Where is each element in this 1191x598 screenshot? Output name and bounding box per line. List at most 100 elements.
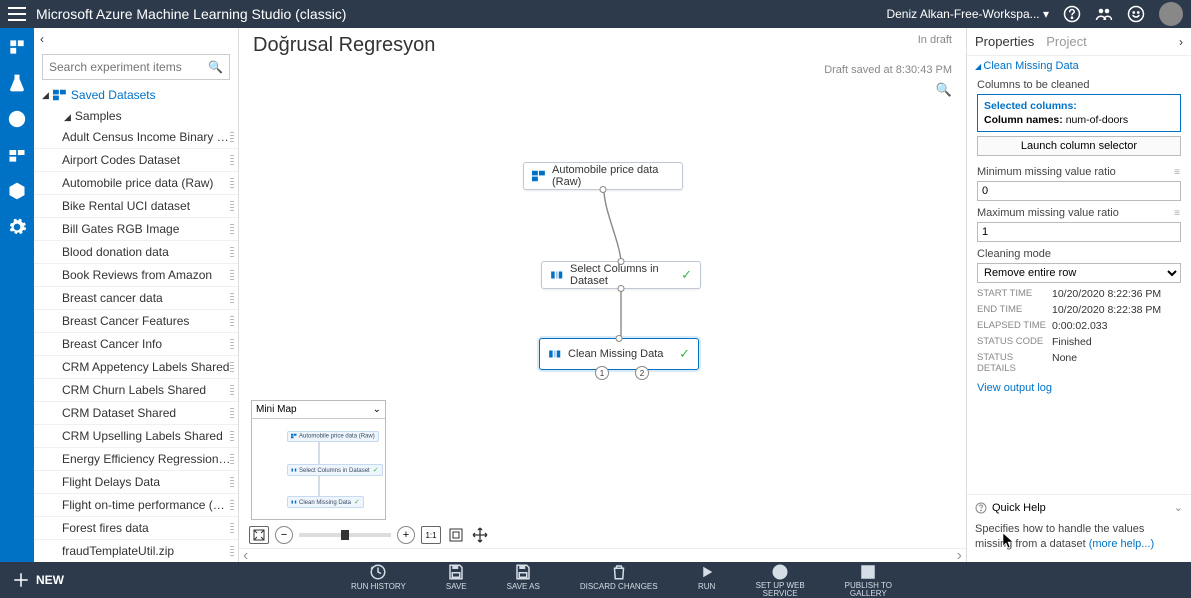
- footer-action[interactable]: RUN: [698, 563, 716, 598]
- rail-cube-icon[interactable]: [6, 180, 28, 202]
- output-port-2[interactable]: 2: [635, 366, 649, 380]
- tree-leaf[interactable]: Flight Delays Data: [34, 471, 238, 494]
- canvas[interactable]: Automobile price data (Raw) Select Colum…: [239, 100, 966, 548]
- tree-leaf[interactable]: Book Reviews from Amazon: [34, 264, 238, 287]
- node-clean-missing[interactable]: Clean Missing Data ✓ 1 2: [539, 338, 699, 370]
- collapse-palette-icon[interactable]: ‹: [40, 32, 44, 46]
- output-port-1[interactable]: 1: [595, 366, 609, 380]
- module-icon: [550, 268, 564, 282]
- zoom-toolbar: − + 1:1: [249, 526, 489, 544]
- experiment-state: In draft: [824, 34, 952, 46]
- footer-action[interactable]: SAVE AS: [507, 563, 540, 598]
- max-ratio-input[interactable]: [977, 222, 1181, 242]
- tree-leaf[interactable]: Bike Rental UCI dataset: [34, 195, 238, 218]
- tree-root-saved-datasets[interactable]: ◢ Saved Datasets: [34, 84, 238, 106]
- help-icon[interactable]: [1063, 5, 1081, 23]
- menu-icon[interactable]: [8, 7, 26, 21]
- tab-project[interactable]: Project: [1046, 34, 1086, 49]
- tree-root-label: Saved Datasets: [71, 88, 156, 102]
- top-header: Microsoft Azure Machine Learning Studio …: [0, 0, 1191, 28]
- minimap-node: Select Columns in Dataset✓: [287, 464, 383, 476]
- node-automobile-price[interactable]: Automobile price data (Raw): [523, 162, 683, 190]
- chevron-down-icon: ⌄: [1174, 501, 1183, 514]
- module-icon: [548, 347, 562, 361]
- zoom-slider[interactable]: [299, 533, 391, 537]
- quick-help-header[interactable]: Quick Help ⌄: [967, 495, 1191, 520]
- tree-leaf[interactable]: Flight on-time performance (Ra...: [34, 494, 238, 517]
- more-help-link[interactable]: (more help...): [1089, 538, 1154, 550]
- tree-leaf[interactable]: Automobile price data (Raw): [34, 172, 238, 195]
- tree-leaf[interactable]: CRM Dataset Shared: [34, 402, 238, 425]
- tree-leaf[interactable]: Adult Census Income Binary Cl...: [34, 126, 238, 149]
- launch-column-selector-button[interactable]: Launch column selector: [977, 136, 1181, 156]
- tree-leaf[interactable]: CRM Churn Labels Shared: [34, 379, 238, 402]
- minimap-node: Clean Missing Data✓: [287, 496, 364, 508]
- collapse-right-icon[interactable]: ›: [1179, 35, 1183, 49]
- view-output-log-link[interactable]: View output log: [967, 376, 1191, 400]
- rail-globe-icon[interactable]: [6, 108, 28, 130]
- rail-settings-icon[interactable]: [6, 216, 28, 238]
- left-rail: [0, 28, 34, 562]
- rail-flask-icon[interactable]: [6, 72, 28, 94]
- footer-action[interactable]: SAVE: [446, 563, 467, 598]
- tree-leaf[interactable]: Bill Gates RGB Image: [34, 218, 238, 241]
- datasets-icon: [53, 89, 67, 101]
- footer-action[interactable]: SET UP WEBSERVICE: [756, 563, 805, 598]
- chevron-down-icon[interactable]: ⌄: [373, 404, 381, 415]
- tree-leaf[interactable]: Blood donation data: [34, 241, 238, 264]
- tree-leaf[interactable]: Airport Codes Dataset: [34, 149, 238, 172]
- zoom-out-button[interactable]: −: [275, 526, 293, 544]
- experiment-title[interactable]: Doğrusal Regresyon: [253, 34, 824, 57]
- canvas-area: Doğrusal Regresyon In draft Draft saved …: [239, 28, 966, 562]
- experiment-saved: Draft saved at 8:30:43 PM: [824, 64, 952, 76]
- param-menu-icon[interactable]: ≡: [1174, 167, 1181, 178]
- search-icon[interactable]: 🔍: [208, 60, 223, 74]
- search-input[interactable]: [49, 60, 208, 74]
- tree-sub-samples[interactable]: ◢Samples: [34, 106, 238, 126]
- tree-leaf[interactable]: CRM Upselling Labels Shared: [34, 425, 238, 448]
- check-icon: ✓: [679, 346, 690, 362]
- people-icon[interactable]: [1095, 5, 1113, 23]
- zoom-in-button[interactable]: +: [397, 526, 415, 544]
- zoom-1to1-button[interactable]: 1:1: [421, 526, 441, 544]
- minimap-node: Automobile price data (Raw): [287, 431, 379, 442]
- canvas-search-icon[interactable]: 🔍: [824, 82, 952, 98]
- footer-bar: NEW RUN HISTORY SAVE SAVE AS DISCARD CHANGE…: [0, 562, 1191, 598]
- footer-action[interactable]: PUBLISH TOGALLERY: [845, 563, 892, 598]
- footer-action[interactable]: DISCARD CHANGES: [580, 563, 658, 598]
- tree-leaf[interactable]: Breast cancer data: [34, 287, 238, 310]
- footer-action[interactable]: RUN HISTORY: [351, 563, 406, 598]
- palette: ‹ 🔍 ◢ Saved Datasets ◢Samples Adult Cens…: [34, 28, 239, 562]
- tree-leaf[interactable]: Breast Cancer Features: [34, 310, 238, 333]
- minimap[interactable]: Mini Map⌄ Automobile price data (Raw) Se…: [251, 400, 386, 520]
- min-ratio-input[interactable]: [977, 181, 1181, 201]
- search-input-wrap: 🔍: [42, 54, 230, 80]
- cleaning-mode-select[interactable]: Remove entire row: [977, 263, 1181, 283]
- rail-experiments-icon[interactable]: [6, 36, 28, 58]
- dataset-icon: [532, 169, 546, 183]
- tree-leaf[interactable]: CRM Appetency Labels Shared: [34, 356, 238, 379]
- pan-button[interactable]: [471, 526, 489, 544]
- workspace-dropdown[interactable]: Deniz Alkan-Free-Workspa... ▾: [886, 7, 1049, 21]
- actual-size-button[interactable]: [249, 526, 269, 544]
- selected-columns-box: Selected columns: Column names: num-of-d…: [977, 94, 1181, 132]
- cursor-icon: [1003, 533, 1015, 549]
- tree-leaf[interactable]: fraudTemplateUtil.zip: [34, 540, 238, 562]
- check-icon: ✓: [681, 267, 692, 283]
- plus-icon: [12, 571, 30, 589]
- canvas-horizontal-scrollbar[interactable]: [239, 548, 966, 562]
- smile-icon[interactable]: [1127, 5, 1145, 23]
- right-panel: Properties Project › Clean Missing Data …: [966, 28, 1191, 562]
- section-clean-missing[interactable]: Clean Missing Data: [967, 56, 1191, 76]
- tab-properties[interactable]: Properties: [975, 34, 1034, 49]
- node-select-columns[interactable]: Select Columns in Dataset ✓: [541, 261, 701, 289]
- help-small-icon: [975, 502, 987, 514]
- fit-button[interactable]: [447, 526, 465, 544]
- param-menu-icon[interactable]: ≡: [1174, 208, 1181, 219]
- new-button[interactable]: NEW: [12, 571, 64, 589]
- tree-leaf[interactable]: Breast Cancer Info: [34, 333, 238, 356]
- avatar[interactable]: [1159, 2, 1183, 26]
- rail-datasets-icon[interactable]: [6, 144, 28, 166]
- tree-leaf[interactable]: Forest fires data: [34, 517, 238, 540]
- tree-leaf[interactable]: Energy Efficiency Regression da...: [34, 448, 238, 471]
